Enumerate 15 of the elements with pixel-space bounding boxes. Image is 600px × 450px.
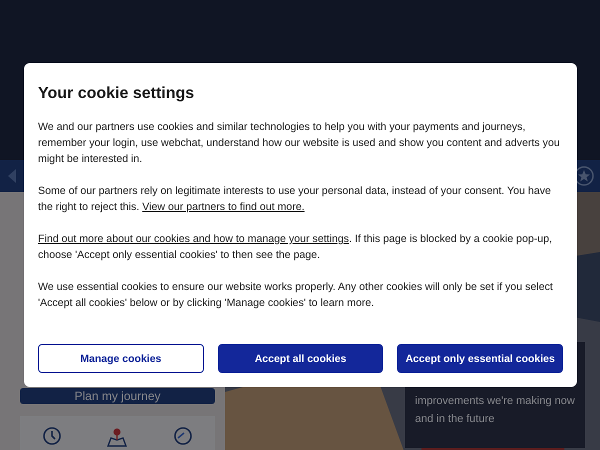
clock-icon[interactable] <box>42 426 62 446</box>
plan-journey-button[interactable]: Plan my journey <box>20 388 215 404</box>
dialog-title: Your cookie settings <box>38 85 196 103</box>
dialog-paragraph: Some of our partners rely on legitimate interests to use your personal data, instead of your consent. You have the right to reject this. View our partners to find out more. <box>38 184 552 215</box>
text-link[interactable]: Find out more about our cookies and how to manage your settings <box>38 233 349 245</box>
dialog-paragraph: We use essential cookies to ensure our website works properly. Any other cookies will only be set if you select 'Accept all cookies' below or by clicking 'Manage cookies' to learn more. <box>38 280 554 311</box>
text-link[interactable]: View our partners to find out more. <box>142 201 305 213</box>
cookie-button[interactable]: Manage cookies <box>38 344 204 373</box>
dialog-paragraph: Find out more about our cookies and how to manage your settings. If this page is blocked by a cookie pop-up, choose 'Accept only essential cookies' to then see the page. <box>38 232 554 263</box>
promo-text: improvements we're making now and in the future <box>415 394 575 427</box>
dialog-paragraph: We and our partners use cookies and similar technologies to help you with your payments and journeys, remember your login, use webchat, understand how our website is used and show you content and adverts you might be interested in. <box>38 120 561 167</box>
cookie-button[interactable]: Accept only essential cookies <box>397 344 564 373</box>
map-pin-icon[interactable] <box>106 426 128 448</box>
gauge-icon[interactable] <box>172 426 193 446</box>
cookie-button[interactable]: Accept all cookies <box>218 344 384 373</box>
